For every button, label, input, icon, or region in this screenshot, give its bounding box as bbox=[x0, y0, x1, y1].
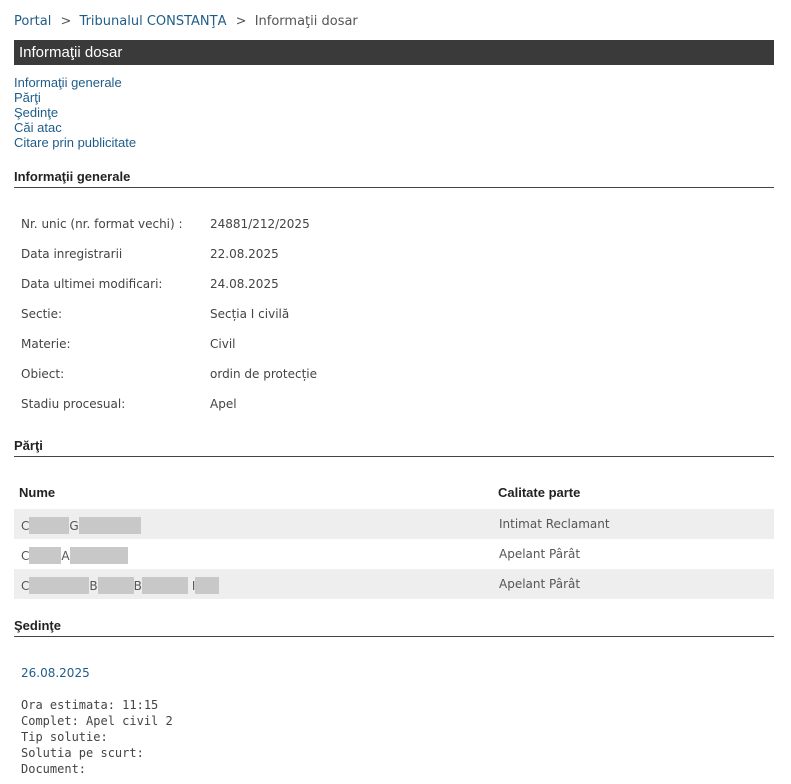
table-row: CG Intimat Reclamant bbox=[14, 509, 774, 539]
name-initial: C bbox=[21, 548, 30, 563]
redaction-block bbox=[29, 517, 70, 534]
info-label: Materie: bbox=[21, 337, 71, 351]
info-label: Data inregistrarii bbox=[21, 247, 123, 261]
section-heading-sedinte: Şedinţe bbox=[14, 618, 774, 637]
info-value: Civil bbox=[210, 337, 236, 351]
name-initial: A bbox=[61, 548, 70, 563]
nav-link-parti[interactable]: Părţi bbox=[14, 90, 136, 105]
section-nav: Informaţii generale Părţi Şedinţe Căi at… bbox=[14, 75, 136, 150]
name-initial: C bbox=[21, 578, 30, 593]
redaction-block bbox=[78, 517, 141, 534]
column-header-calitate-parte: Calitate parte bbox=[498, 485, 581, 500]
info-label: Data ultimei modificari: bbox=[21, 277, 163, 291]
page-title: Informaţii dosar bbox=[14, 40, 774, 65]
party-role: Apelant Pârât bbox=[499, 577, 581, 591]
name-initial: G bbox=[69, 518, 79, 533]
party-role: Apelant Pârât bbox=[499, 547, 581, 561]
redaction-block bbox=[195, 577, 220, 594]
breadcrumb-separator: > bbox=[60, 14, 72, 29]
party-name-redacted: CA bbox=[21, 547, 128, 564]
info-value: ordin de protecție bbox=[210, 367, 317, 381]
redaction-block bbox=[69, 547, 128, 564]
name-initial: B bbox=[133, 578, 142, 593]
info-label: Nr. unic (nr. format vechi) : bbox=[21, 217, 183, 231]
nav-link-sedinte[interactable]: Şedinţe bbox=[14, 105, 136, 120]
info-value: Secția I civilă bbox=[210, 307, 290, 321]
hearing-date: 26.08.2025 bbox=[21, 666, 90, 680]
info-label: Stadiu procesual: bbox=[21, 397, 126, 411]
hearing-solution-type: Tip solutie: bbox=[21, 730, 108, 744]
breadcrumb: Portal > Tribunalul CONSTANŢA > Informaţ… bbox=[14, 14, 358, 29]
breadcrumb-portal-link[interactable]: Portal bbox=[14, 14, 51, 29]
redaction-block bbox=[29, 547, 62, 564]
info-label: Obiect: bbox=[21, 367, 65, 381]
section-heading-parti: Părţi bbox=[14, 438, 774, 457]
breadcrumb-court-link[interactable]: Tribunalul CONSTANŢA bbox=[80, 14, 227, 29]
redaction-block bbox=[97, 577, 134, 594]
party-role: Intimat Reclamant bbox=[499, 517, 610, 531]
name-initial: B bbox=[89, 578, 98, 593]
column-header-nume: Nume bbox=[19, 485, 56, 500]
nav-link-informatii-generale[interactable]: Informaţii generale bbox=[14, 75, 136, 90]
name-initial: C bbox=[21, 518, 30, 533]
breadcrumb-current: Informaţii dosar bbox=[254, 14, 358, 29]
redaction-block bbox=[141, 577, 188, 594]
breadcrumb-separator: > bbox=[235, 14, 247, 29]
hearing-details: Ora estimata: 11:15 Complet: Apel civil … bbox=[21, 697, 173, 777]
party-name-redacted: CBBI bbox=[21, 577, 220, 594]
hearing-time: Ora estimata: 11:15 bbox=[21, 698, 159, 712]
info-value: 22.08.2025 bbox=[210, 247, 279, 261]
section-heading-informatii-generale: Informaţii generale bbox=[14, 169, 774, 188]
hearing-solution-summary: Solutia pe scurt: bbox=[21, 746, 144, 760]
table-row: CBBI Apelant Pârât bbox=[14, 569, 774, 599]
info-label: Sectie: bbox=[21, 307, 63, 321]
nav-link-cai-atac[interactable]: Căi atac bbox=[14, 120, 136, 135]
info-value: 24881/212/2025 bbox=[210, 217, 310, 231]
hearing-document: Document: bbox=[21, 762, 87, 776]
table-row: CA Apelant Pârât bbox=[14, 539, 774, 569]
party-name-redacted: CG bbox=[21, 517, 141, 534]
redaction-block bbox=[29, 577, 90, 594]
hearing-panel: Complet: Apel civil 2 bbox=[21, 714, 173, 728]
info-value: Apel bbox=[210, 397, 237, 411]
nav-link-citare-prin-publicitate[interactable]: Citare prin publicitate bbox=[14, 135, 136, 150]
info-value: 24.08.2025 bbox=[210, 277, 279, 291]
